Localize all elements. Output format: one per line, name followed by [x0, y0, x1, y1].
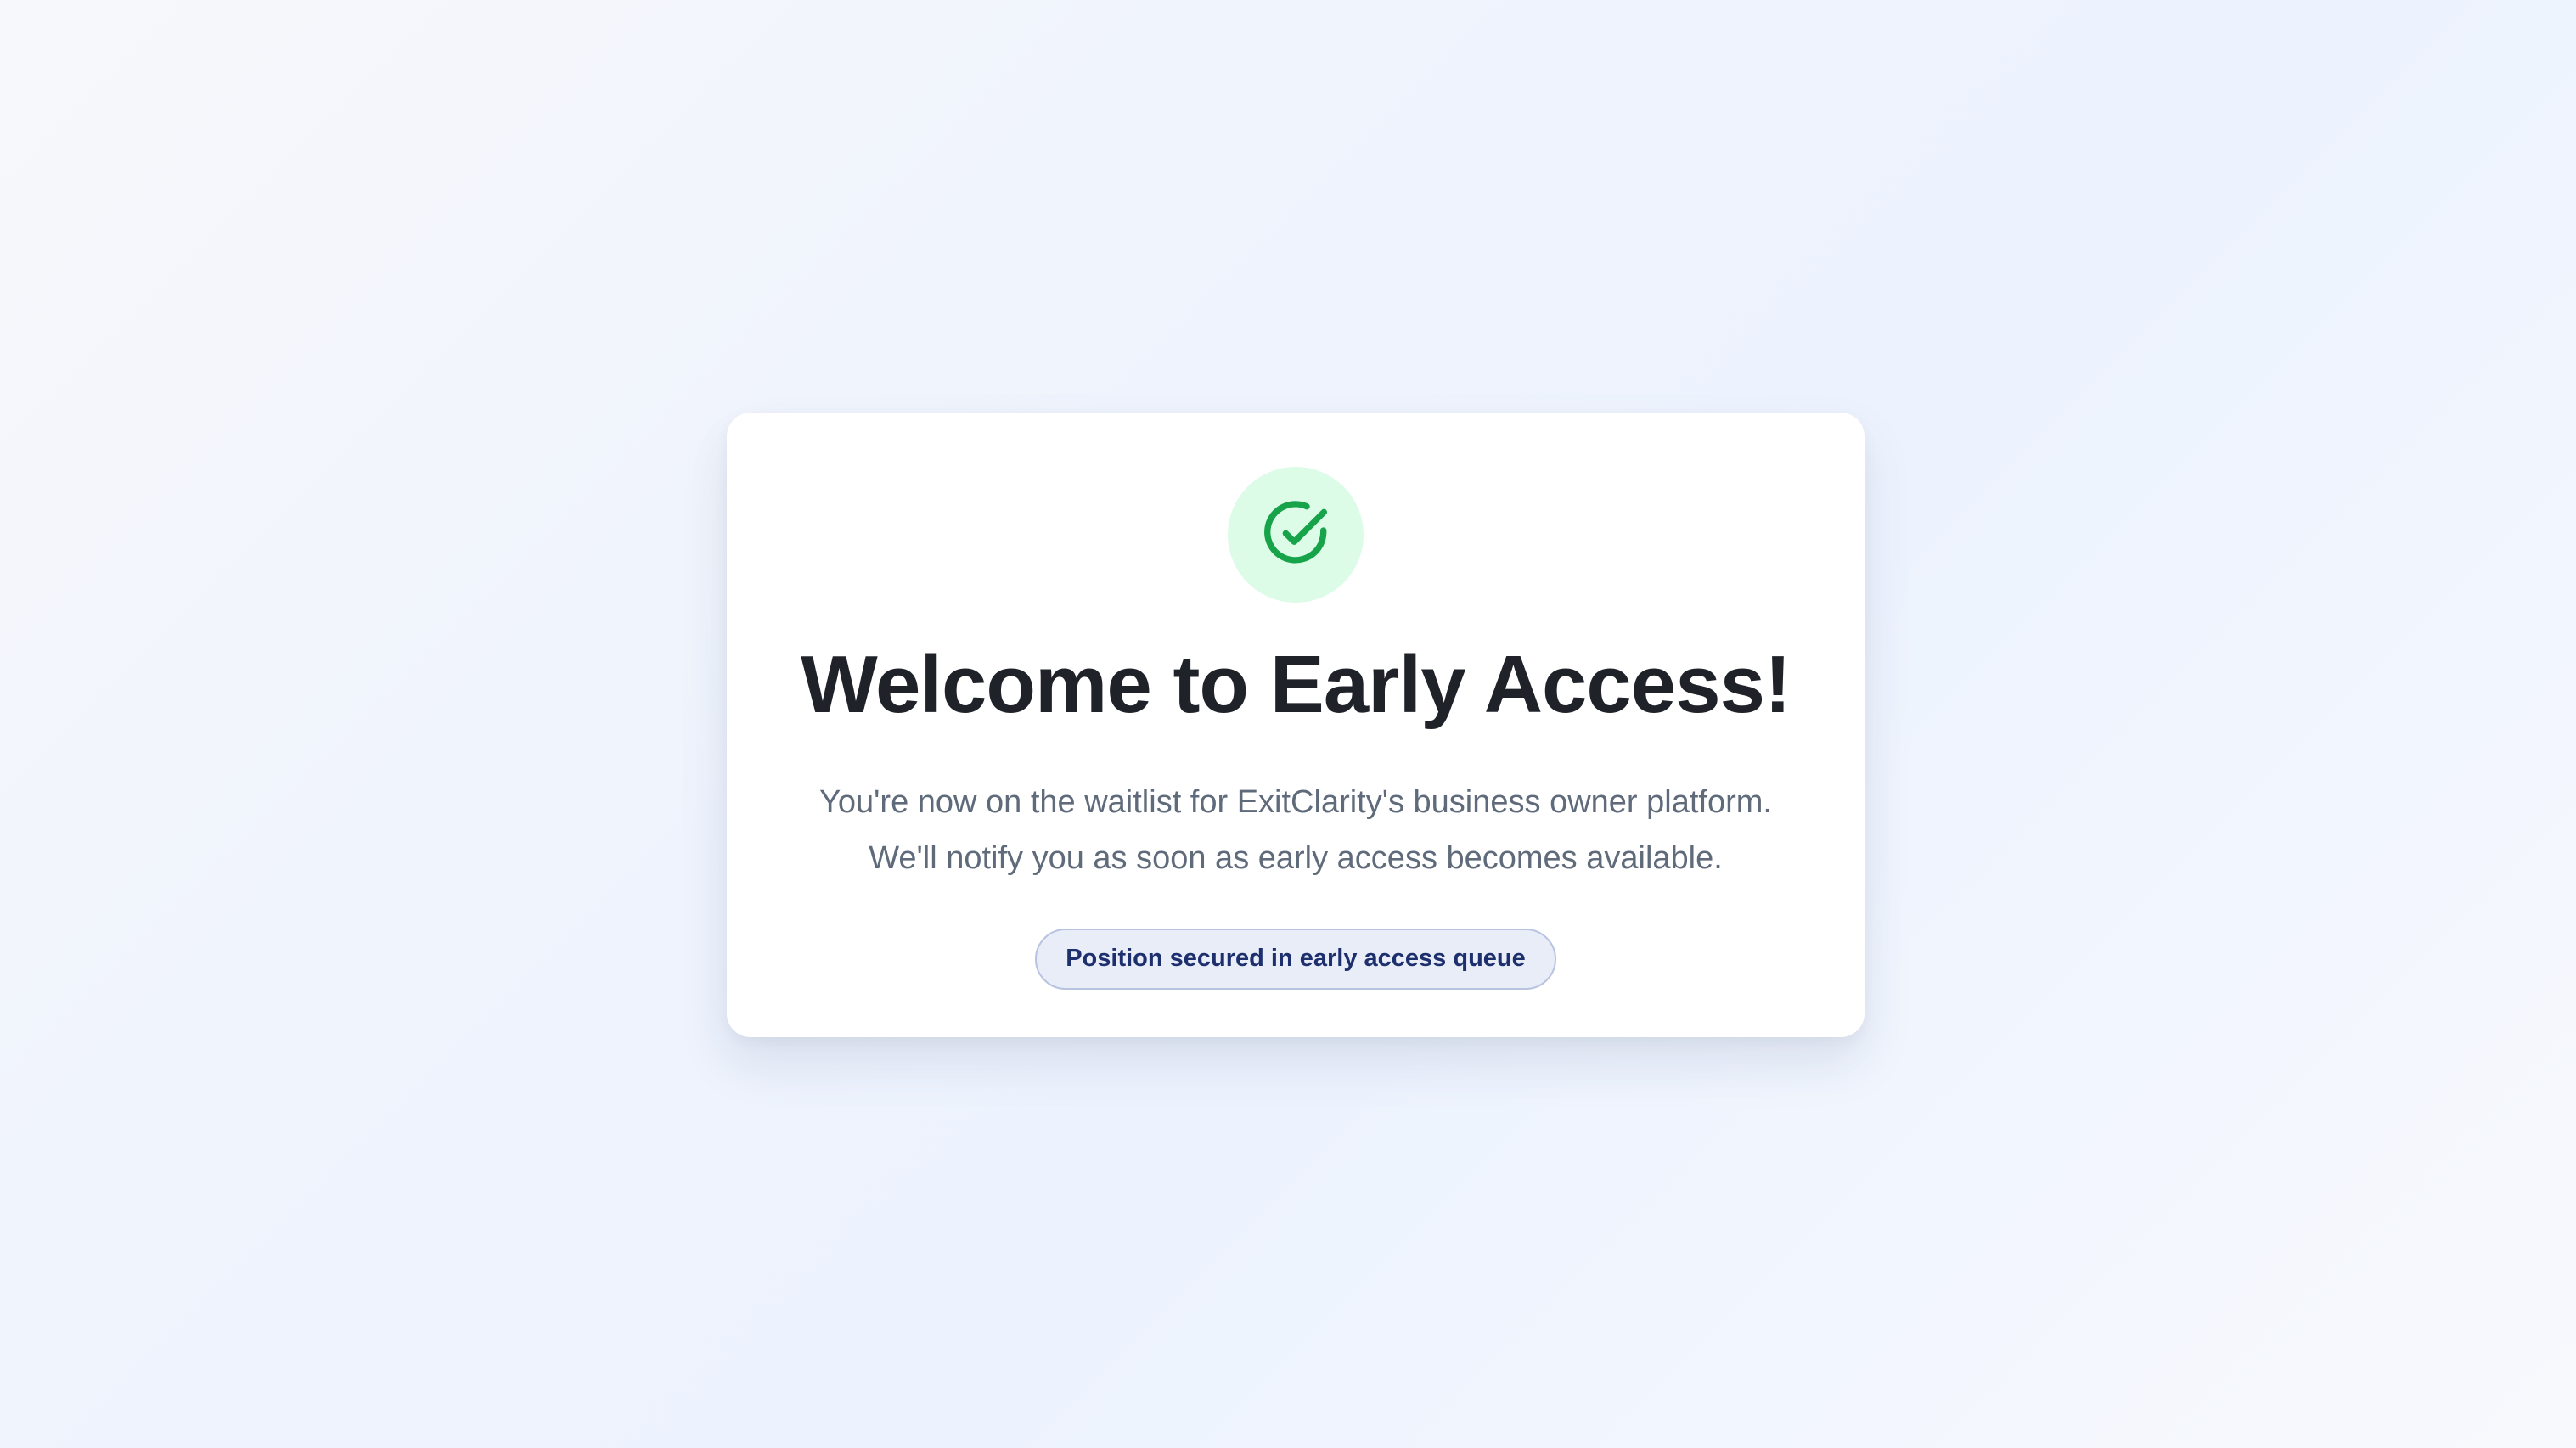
message-line-1: You're now on the waitlist for ExitClari…: [819, 783, 1772, 820]
message-line-2: We'll notify you as soon as early access…: [869, 839, 1723, 876]
success-icon-badge: [1228, 467, 1364, 603]
page-background: Welcome to Early Access! You're now on t…: [0, 0, 2576, 1448]
queue-status-badge: Position secured in early access queue: [1035, 928, 1556, 990]
confirmation-card: Welcome to Early Access! You're now on t…: [727, 413, 1865, 1037]
confirmation-message: You're now on the waitlist for ExitClari…: [819, 774, 1772, 886]
page-title: Welcome to Early Access!: [801, 639, 1791, 730]
check-circle-icon: [1264, 501, 1327, 564]
